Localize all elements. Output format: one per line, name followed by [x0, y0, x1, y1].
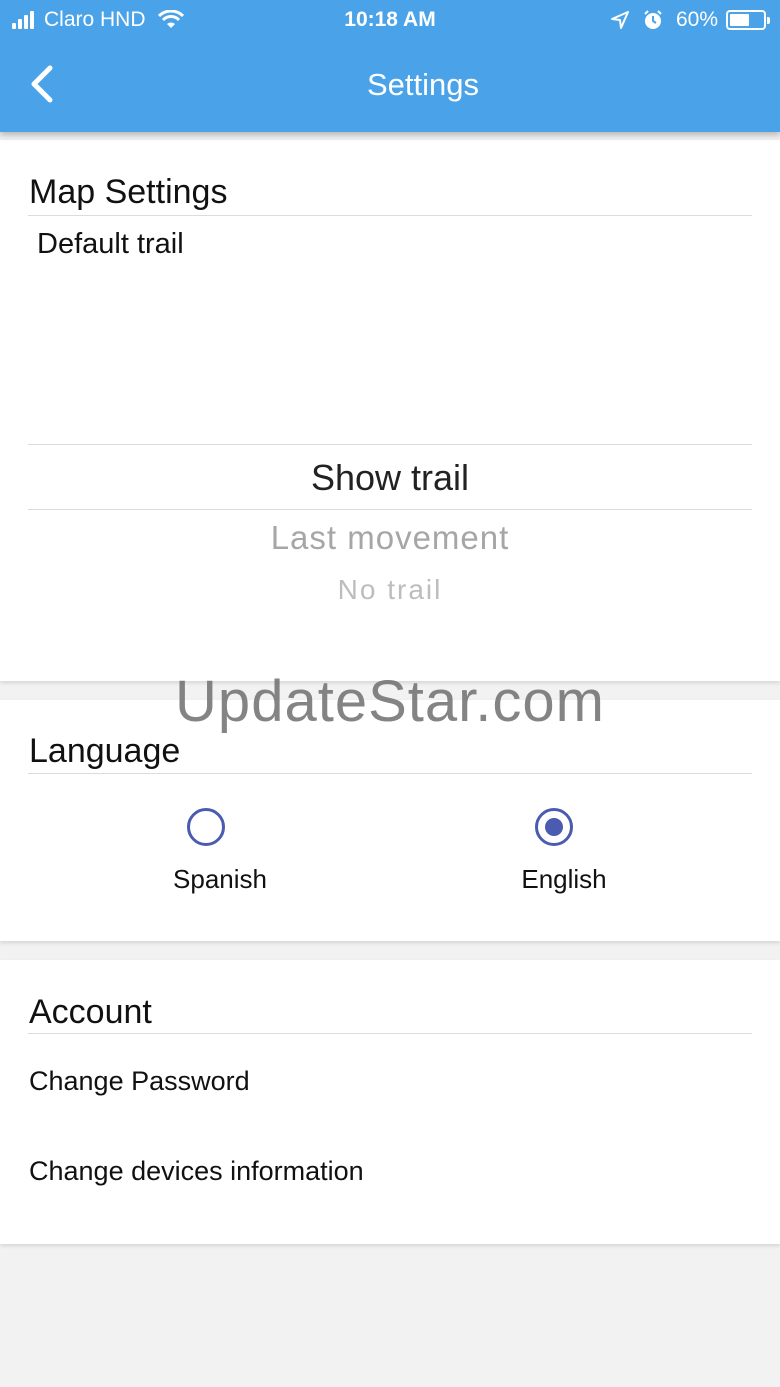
map-settings-card: Map Settings Default trail Show trail La… [0, 140, 780, 681]
picker-divider-top [28, 444, 752, 445]
trail-picker[interactable]: Show trail Last movement No trail [0, 390, 780, 640]
language-title: Language [29, 732, 181, 770]
alarm-icon [644, 10, 662, 29]
default-trail-label: Default trail [37, 228, 184, 260]
status-bar: Claro HND 10:18 AM 60% [0, 0, 780, 40]
battery-icon [726, 10, 770, 30]
map-settings-title: Map Settings [29, 173, 228, 211]
watermark: UpdateStar.com [175, 669, 605, 734]
picker-option-last-movement[interactable]: Last movement [0, 519, 780, 557]
divider [28, 773, 752, 774]
account-card: Account Change Password Change devices i… [0, 960, 780, 1244]
change-password-item[interactable]: Change Password [29, 1066, 250, 1097]
app-bar: Claro HND 10:18 AM 60% Settings [0, 0, 780, 132]
english-label: English [521, 864, 607, 894]
nav-bar: Settings [0, 40, 780, 132]
language-card: Language Spanish English [0, 700, 780, 941]
page-title: Settings [366, 67, 479, 102]
change-devices-information-item[interactable]: Change devices information [29, 1156, 364, 1187]
divider [28, 1033, 752, 1034]
radio-spanish[interactable] [187, 808, 225, 846]
picker-divider-bottom [28, 509, 752, 510]
picker-option-no-trail[interactable]: No trail [0, 574, 780, 606]
radio-english[interactable] [535, 808, 573, 846]
account-title: Account [29, 993, 152, 1031]
picker-option-show-trail[interactable]: Show trail [0, 457, 780, 499]
spanish-label: Spanish [173, 864, 267, 894]
location-arrow-icon [610, 11, 629, 29]
battery-percentage: 60% [675, 8, 718, 31]
divider [28, 215, 752, 216]
